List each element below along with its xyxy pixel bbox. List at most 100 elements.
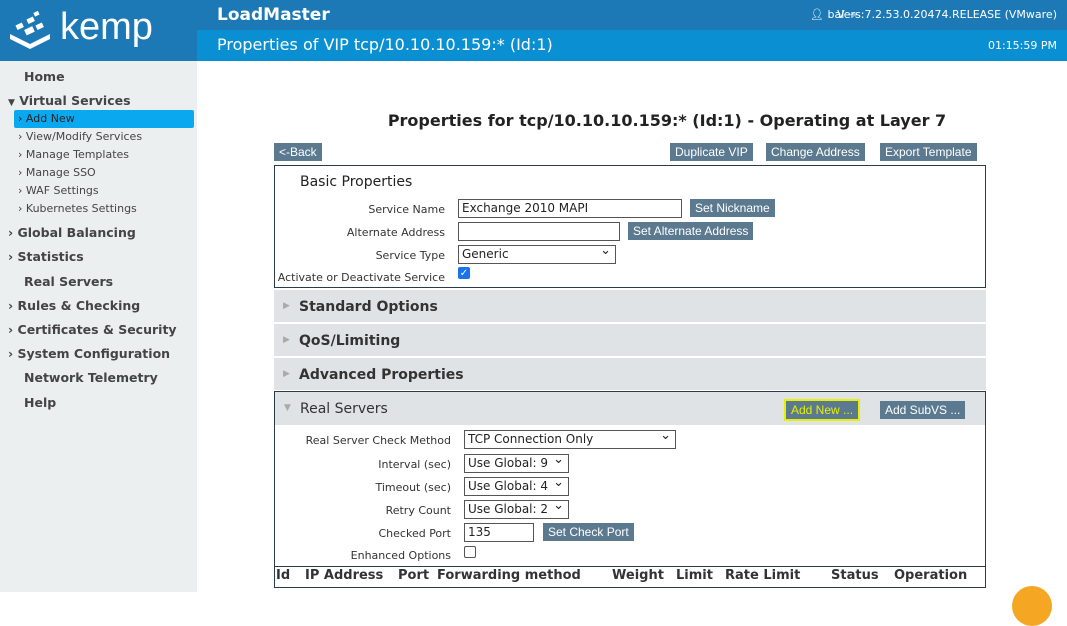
divider <box>275 566 985 567</box>
section-qos-limiting[interactable]: ▶ QoS/Limiting <box>274 324 986 356</box>
caret-down-icon: ▼ <box>8 98 15 108</box>
nav-home[interactable]: Home <box>24 69 65 84</box>
page-heading: Properties for tcp/10.10.10.159:* (Id:1)… <box>387 111 947 130</box>
alternate-address-label: Alternate Address <box>346 226 445 239</box>
select-value: TCP Connection Only <box>468 432 594 446</box>
nav-view-modify[interactable]: › View/Modify Services <box>14 128 194 146</box>
logo-text: kemp <box>60 6 153 48</box>
col-forwarding-method: Forwarding method <box>437 568 581 583</box>
nav-system-config[interactable]: › System Configuration <box>8 346 170 361</box>
nav-label: Statistics <box>17 249 84 264</box>
check-method-select[interactable]: TCP Connection Only <box>464 428 676 449</box>
nav-label: Virtual Services <box>19 93 131 108</box>
enhanced-options-checkbox[interactable] <box>464 546 476 558</box>
col-ip-address: IP Address <box>305 568 384 583</box>
add-subvs-button[interactable]: Add SubVS ... <box>880 401 966 419</box>
basic-properties-panel: Basic Properties Service Name Exchange 2… <box>274 165 986 288</box>
set-check-port-button[interactable]: Set Check Port <box>543 523 634 541</box>
caret-right-icon: ▶ <box>283 335 290 345</box>
check-method-label: Real Server Check Method <box>305 434 451 447</box>
sidebar: Home ▼ Virtual Services › Add New › View… <box>0 61 197 592</box>
col-port: Port <box>398 568 430 583</box>
nav-label: Manage Templates <box>25 148 130 161</box>
col-rate-limit: Rate Limit <box>725 568 801 583</box>
caret-down-icon: ▼ <box>284 403 291 413</box>
section-standard-options[interactable]: ▶ Standard Options <box>274 290 986 322</box>
page-title: Properties of VIP tcp/10.10.10.159:* (Id… <box>217 35 553 54</box>
timeout-select[interactable]: Use Global: 4 <box>464 475 569 496</box>
nav-certificates[interactable]: › Certificates & Security <box>8 322 177 337</box>
caret-right-icon: ▶ <box>283 301 290 311</box>
service-type-label: Service Type <box>375 249 445 262</box>
user-icon: 👤︎ <box>810 8 824 21</box>
section-label: Standard Options <box>299 299 438 315</box>
set-nickname-button[interactable]: Set Nickname <box>690 199 775 217</box>
main-content: Properties for tcp/10.10.10.159:* (Id:1)… <box>197 61 1067 626</box>
section-advanced-properties[interactable]: ▶ Advanced Properties <box>274 358 986 390</box>
checked-port-label: Checked Port <box>378 527 452 540</box>
interval-select[interactable]: Use Global: 9 <box>464 452 569 473</box>
col-limit: Limit <box>676 568 713 583</box>
service-type-select[interactable]: Generic <box>458 243 616 264</box>
service-name-label: Service Name <box>368 203 445 216</box>
alternate-address-input[interactable] <box>458 222 620 241</box>
nav-label: Certificates & Security <box>17 322 177 337</box>
col-status: Status <box>831 568 879 583</box>
caret-right-icon: ▶ <box>283 369 290 379</box>
nav-real-servers[interactable]: Real Servers <box>24 274 113 289</box>
change-address-button[interactable]: Change Address <box>766 143 865 161</box>
nav-label: View/Modify Services <box>25 130 143 143</box>
section-label: Advanced Properties <box>299 367 464 383</box>
section-label: QoS/Limiting <box>299 333 401 349</box>
nav-waf[interactable]: › WAF Settings <box>14 182 194 200</box>
retry-count-select[interactable]: Use Global: 2 <box>464 498 569 519</box>
app-title: LoadMaster <box>217 5 330 25</box>
nav-statistics[interactable]: › Statistics <box>8 249 84 264</box>
back-button[interactable]: <-Back <box>274 143 322 161</box>
nav-virtual-services[interactable]: ▼ Virtual Services <box>8 93 131 108</box>
interval-label: Interval (sec) <box>378 458 451 471</box>
nav-label: Rules & Checking <box>17 298 141 313</box>
col-operation: Operation <box>894 568 968 583</box>
version-text: Vers:7.2.53.0.20474.RELEASE (VMware) <box>837 8 1057 21</box>
nav-manage-sso[interactable]: › Manage SSO <box>14 164 194 182</box>
nav-manage-templates[interactable]: › Manage Templates <box>14 146 194 164</box>
section-label: Real Servers <box>300 401 388 417</box>
nav-label: Manage SSO <box>25 166 96 179</box>
export-template-button[interactable]: Export Template <box>880 143 977 161</box>
nav-label: System Configuration <box>17 346 171 361</box>
nav-rules[interactable]: › Rules & Checking <box>8 298 140 313</box>
nav-global-balancing[interactable]: › Global Balancing <box>8 225 136 240</box>
help-chat-bubble[interactable] <box>1012 586 1052 626</box>
select-value: Use Global: 2 <box>468 502 549 516</box>
kemp-logo-icon <box>10 10 50 49</box>
activate-label: Activate or Deactivate Service <box>277 271 445 284</box>
set-alternate-address-button[interactable]: Set Alternate Address <box>628 222 754 240</box>
nav-kubernetes[interactable]: › Kubernetes Settings <box>14 200 194 218</box>
select-value: Generic <box>462 247 509 261</box>
nav-add-new[interactable]: › Add New <box>14 110 194 128</box>
basic-properties-title: Basic Properties <box>300 174 413 190</box>
nav-label: Kubernetes Settings <box>25 202 137 215</box>
activate-checkbox[interactable]: ✓ <box>458 267 470 279</box>
timeout-label: Timeout (sec) <box>375 481 451 494</box>
nav-network-telemetry[interactable]: Network Telemetry <box>24 370 158 385</box>
add-new-real-server-button[interactable]: Add New ... <box>786 401 859 419</box>
service-name-input[interactable]: Exchange 2010 MAPI <box>458 199 682 218</box>
enhanced-options-label: Enhanced Options <box>350 549 451 562</box>
logo[interactable]: kemp <box>0 0 197 61</box>
checked-port-input[interactable]: 135 <box>464 523 534 542</box>
nav-help[interactable]: Help <box>24 395 56 410</box>
select-value: Use Global: 4 <box>468 479 549 493</box>
nav-label: WAF Settings <box>25 184 99 197</box>
select-value: Use Global: 9 <box>468 456 549 470</box>
clock: 01:15:59 PM <box>987 39 1057 52</box>
real-servers-header[interactable]: ▼ Real Servers <box>275 392 985 425</box>
retry-count-label: Retry Count <box>385 504 451 517</box>
nav-label: Global Balancing <box>17 225 136 240</box>
col-weight: Weight <box>612 568 664 583</box>
col-id: Id <box>276 568 291 583</box>
real-servers-panel: ▼ Real Servers Add New ... Add SubVS ... … <box>274 391 986 588</box>
nav-label: Add New <box>25 112 75 125</box>
duplicate-vip-button[interactable]: Duplicate VIP <box>670 143 753 161</box>
